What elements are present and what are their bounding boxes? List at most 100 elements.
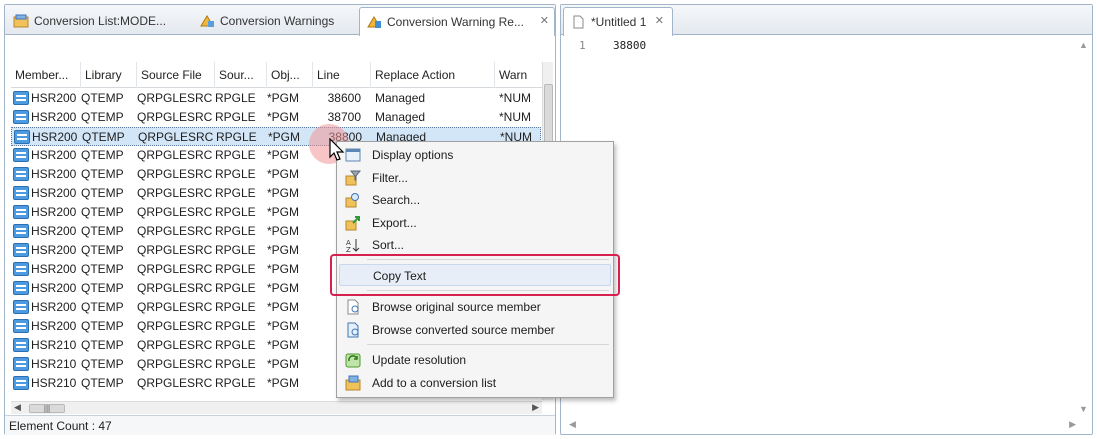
tab-label: *Untitled 1 (591, 15, 647, 29)
untitled-editor: *Untitled 1 ✕ 1 38800 ▲ ▼ ◀ ▶ (560, 4, 1093, 435)
source-member-icon (13, 357, 29, 371)
cell-library: QTEMP (81, 91, 124, 105)
cell-library: QTEMP (81, 205, 124, 219)
cell-source-file: QRPGLESRC (137, 319, 213, 333)
column-header-warning[interactable]: Warn (495, 62, 543, 88)
menu-item-label: Sort... (372, 238, 405, 252)
menu-item-browse-original[interactable]: Browse original source member (339, 296, 611, 318)
menu-item-label: Add to a conversion list (372, 376, 497, 390)
horizontal-scroll-thumb[interactable]: ||| (29, 404, 65, 413)
tab-label: Conversion Warnings (220, 13, 335, 28)
scroll-left-arrow-icon[interactable]: ◀ (569, 419, 576, 430)
cell-object: *PGM (267, 300, 300, 314)
cell-object: *PGM (267, 148, 300, 162)
cell-library: QTEMP (81, 281, 124, 295)
tab-untitled-1[interactable]: *Untitled 1 ✕ (563, 7, 673, 36)
cell-library: QTEMP (81, 148, 124, 162)
cell-member: HSR200 (31, 167, 77, 181)
scroll-left-arrow-icon[interactable]: ◀ (14, 402, 21, 413)
scroll-right-arrow-icon[interactable]: ▶ (532, 402, 539, 413)
cell-source-file: QRPGLESRC (137, 91, 213, 105)
cell-member: HSR200 (31, 148, 77, 162)
cell-object: *PGM (267, 338, 300, 352)
scroll-right-arrow-icon[interactable]: ▶ (1069, 419, 1076, 430)
menu-item-label: Browse converted source member (372, 323, 555, 337)
menu-item-sort[interactable]: A Z Sort... (339, 234, 611, 256)
source-member-icon (13, 300, 29, 314)
menu-item-update-resolution[interactable]: Update resolution (339, 349, 611, 371)
menu-item-add-to-conversion-list[interactable]: Add to a conversion list (339, 372, 611, 394)
editor-line-text[interactable]: 38800 (613, 39, 646, 52)
scroll-up-arrow-icon[interactable]: ▲ (1079, 40, 1088, 50)
cell-source-type: RPGLE (215, 91, 256, 105)
tab-conversion-warnings[interactable]: Conversion Warnings (193, 7, 353, 34)
cell-source-file: QRPGLESRC (138, 130, 214, 144)
cell-object: *PGM (267, 281, 300, 295)
menu-item-label: Export... (372, 216, 417, 230)
tab-conversion-warning-report[interactable]: Conversion Warning Re... ✕ (359, 7, 555, 36)
menu-item-export[interactable]: Export... (339, 212, 611, 234)
cell-member: HSR200 (31, 110, 77, 124)
editor-vertical-scrollbar[interactable]: ▲ ▼ (1078, 36, 1090, 416)
table-row[interactable]: HSR200 QTEMP QRPGLESRC RPGLE *PGM 38600 Manage… (11, 89, 541, 108)
cell-library: QTEMP (81, 167, 124, 181)
menu-item-filter[interactable]: Filter... (339, 167, 611, 189)
search-icon (345, 193, 359, 208)
column-header-line[interactable]: Line (313, 62, 371, 88)
close-icon[interactable]: ✕ (655, 14, 664, 27)
column-header-source-type[interactable]: Sour... (215, 62, 267, 88)
column-header-object[interactable]: Obj... (267, 62, 313, 88)
cell-member: HSR200 (32, 130, 78, 144)
menu-item-display-options[interactable]: Display options (339, 144, 611, 166)
cell-source-type: RPGLE (215, 110, 256, 124)
vertical-scroll-thumb[interactable] (544, 84, 553, 146)
source-member-icon (13, 338, 29, 352)
cell-library: QTEMP (81, 243, 124, 257)
cell-source-file: QRPGLESRC (137, 243, 213, 257)
source-member-icon (13, 319, 29, 333)
cell-object: *PGM (267, 205, 300, 219)
cell-source-type: RPGLE (215, 300, 256, 314)
cell-member: HSR200 (31, 262, 77, 276)
cell-library: QTEMP (81, 300, 124, 314)
cell-member: HSR210 (31, 376, 77, 390)
cell-source-file: QRPGLESRC (137, 262, 213, 276)
warning-report-icon (367, 16, 381, 28)
menu-item-browse-converted[interactable]: Browse converted source member (339, 319, 611, 341)
cell-object: *PGM (267, 357, 300, 371)
document-icon (573, 15, 584, 29)
cell-object: *PGM (267, 110, 300, 124)
column-header-source-file[interactable]: Source File (137, 62, 215, 88)
cell-object: *PGM (267, 167, 300, 181)
source-member-icon (13, 281, 29, 295)
cell-warning: *NUM (499, 110, 531, 124)
source-member-icon (13, 224, 29, 238)
cell-source-file: QRPGLESRC (137, 376, 213, 390)
update-resolution-icon (345, 353, 361, 368)
cell-library: QTEMP (81, 319, 124, 333)
cell-library: QTEMP (81, 110, 124, 124)
source-member-icon (13, 243, 29, 257)
table-row[interactable]: HSR200 QTEMP QRPGLESRC RPGLE *PGM 38700 Manage… (11, 108, 541, 127)
tab-conversion-list[interactable]: Conversion List:MODE... (7, 7, 187, 34)
source-member-icon (13, 167, 29, 181)
cell-source-type: RPGLE (215, 205, 256, 219)
horizontal-scrollbar[interactable]: ◀ ||| ▶ (11, 401, 542, 414)
scroll-down-arrow-icon[interactable]: ▼ (1079, 404, 1088, 414)
editor-horizontal-scrollbar[interactable]: ◀ ▶ (561, 418, 1078, 432)
cell-source-type: RPGLE (215, 338, 256, 352)
column-header-member[interactable]: Member... (11, 62, 81, 88)
source-member-icon (13, 205, 29, 219)
menu-separator (367, 344, 609, 345)
menu-item-search[interactable]: Search... (339, 189, 611, 211)
cell-replace-action: Managed (375, 110, 426, 124)
cell-source-type: RPGLE (215, 186, 256, 200)
close-icon[interactable]: ✕ (540, 14, 549, 27)
cell-member: HSR200 (31, 224, 77, 238)
cell-line: 38600 (327, 91, 361, 105)
column-header-library[interactable]: Library (81, 62, 137, 88)
column-header-replace-action[interactable]: Replace Action (371, 62, 495, 88)
source-member-icon (14, 130, 30, 144)
mouse-pointer-icon (329, 138, 345, 161)
warnings-icon (200, 14, 214, 27)
